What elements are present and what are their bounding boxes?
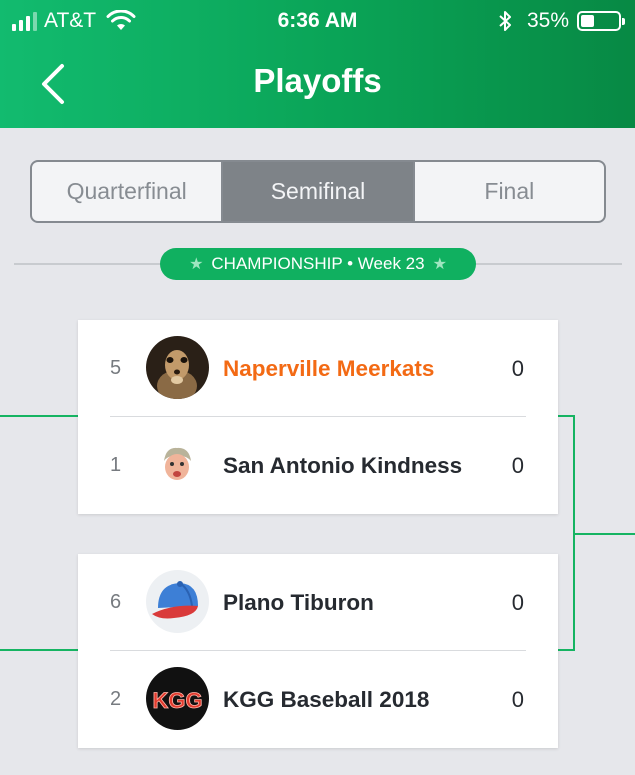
bracket-line xyxy=(558,649,574,651)
team-name: Plano Tiburon xyxy=(223,589,374,615)
team-row[interactable]: 2 KGG KGG Baseball 2018 0 xyxy=(78,651,558,748)
team-name: KGG Baseball 2018 xyxy=(223,686,430,712)
bracket-line xyxy=(558,415,574,417)
team-score: 0 xyxy=(511,589,524,615)
meerkat-avatar xyxy=(146,336,209,399)
banner-label: CHAMPIONSHIP • Week 23 xyxy=(211,254,425,273)
tab-semifinal[interactable]: Semifinal xyxy=(221,162,413,221)
team-name: San Antonio Kindness xyxy=(223,452,463,478)
battery-percent: 35% xyxy=(526,9,569,32)
nav-header: AT&T 6:36 AM 35% Playoffs xyxy=(0,0,635,128)
star-icon: ★ xyxy=(432,256,447,273)
team-seed: 5 xyxy=(110,357,122,379)
status-right: 35% xyxy=(497,9,625,33)
battery-nub xyxy=(622,18,625,25)
battery-fill xyxy=(581,15,594,27)
bracket-line xyxy=(573,533,635,535)
team-score: 0 xyxy=(511,686,524,712)
team-score: 0 xyxy=(511,355,524,381)
team-row[interactable]: 6 Plano Tiburon 0 xyxy=(78,554,558,651)
status-bar: AT&T 6:36 AM 35% xyxy=(0,0,635,42)
bracket-line xyxy=(0,415,78,417)
round-tabs: Quarterfinal Semifinal Final xyxy=(30,160,606,223)
team-seed: 2 xyxy=(110,688,122,710)
battery-icon xyxy=(577,11,625,31)
bluetooth-icon xyxy=(499,11,511,31)
team-score: 0 xyxy=(511,452,524,478)
star-icon: ★ xyxy=(189,256,204,273)
matchup-card: 6 Plano Tiburon 0 2 KGG KGG Baseball 201… xyxy=(78,554,558,748)
matchup-card: 5 Naperville Meerkats 0 1 San Antonio Ki… xyxy=(78,320,558,514)
team-row[interactable]: 1 San Antonio Kindness 0 xyxy=(78,417,558,514)
team-seed: 6 xyxy=(110,591,122,613)
baseball-cap-avatar xyxy=(146,570,209,633)
kgg-logo-text: KGG xyxy=(152,688,202,713)
kgg-logo-avatar: KGG xyxy=(146,667,209,730)
tab-final[interactable]: Final xyxy=(412,162,604,221)
team-name: Naperville Meerkats xyxy=(223,355,435,381)
championship-banner: ★ CHAMPIONSHIP • Week 23 ★ xyxy=(160,248,476,280)
page-title: Playoffs xyxy=(253,62,382,99)
bracket-line xyxy=(0,649,78,651)
tab-quarterfinal[interactable]: Quarterfinal xyxy=(32,162,221,221)
cartoon-face-avatar xyxy=(146,433,209,496)
team-seed: 1 xyxy=(110,454,122,476)
team-row[interactable]: 5 Naperville Meerkats 0 xyxy=(78,320,558,417)
